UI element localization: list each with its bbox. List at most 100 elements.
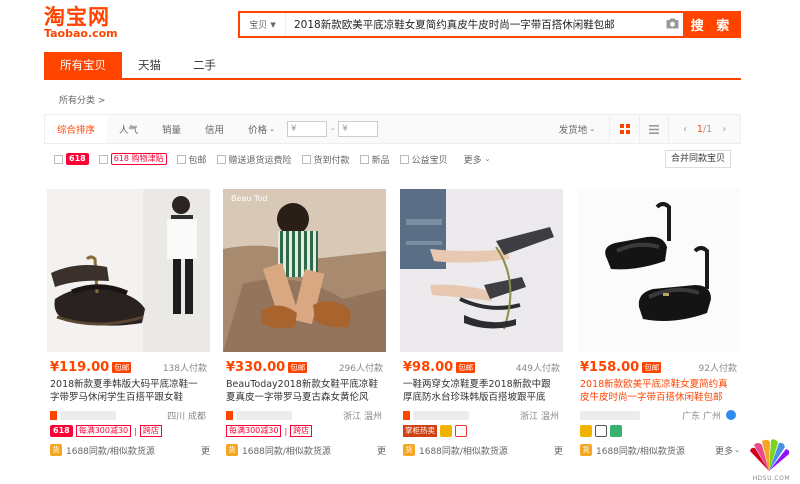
product-title[interactable]: 2018新款欧美平底凉鞋女夏简约真皮牛皮时尚一字带百搭休闲鞋包邮	[580, 378, 736, 404]
product-price: ¥119.00	[50, 359, 110, 375]
breadcrumb[interactable]: 所有分类 >	[59, 93, 105, 106]
price-max-input[interactable]: ¥	[338, 121, 379, 137]
similar-source-row[interactable]: 货 1688同款/相似款货源 更多 ⌄	[580, 443, 740, 457]
sort-price[interactable]: 价格 ⌄	[236, 115, 287, 143]
product-card[interactable]: ¥158.00 包邮 92人付款 2018新款欧美平底凉鞋女夏简约真皮牛皮时尚一…	[574, 187, 741, 484]
product-title[interactable]: 2018新款夏季韩版大码平底凉鞋一字带罗马休闲学生百搭平跟女鞋	[50, 378, 206, 404]
shop-name-blurred[interactable]	[413, 410, 469, 420]
shop-row: 广东 广州	[580, 409, 736, 422]
badge-row: 掌柜热卖	[403, 424, 559, 438]
similar-source-row[interactable]: 货 1688同款/相似款货源 更	[50, 443, 210, 457]
product-image[interactable]	[577, 189, 740, 352]
option-return-insurance[interactable]: 赠送退货运费险	[216, 153, 292, 166]
shop-location: 浙江 温州	[520, 411, 559, 422]
cross-store-badge: 跨店	[290, 425, 313, 437]
product-title[interactable]: 一鞋两穿女凉鞋夏季2018新款中跟厚底防水台珍珠韩版百搭坡跟平底	[403, 378, 559, 404]
similar-source-icon: 货	[50, 444, 62, 456]
checkbox[interactable]	[176, 154, 186, 164]
sort-credit[interactable]: 信用	[193, 115, 236, 143]
price-row: ¥330.00 包邮 296人付款	[226, 359, 383, 375]
similar-source-row[interactable]: 货 1688同款/相似款货源 更	[226, 443, 386, 457]
sort-sales[interactable]: 销量	[150, 115, 193, 143]
product-image[interactable]	[47, 189, 210, 352]
product-image[interactable]: Beau Tod	[223, 189, 386, 352]
product-card[interactable]: Beau Tod ¥330.00 包邮 296人付款 BeauToday2018…	[220, 187, 387, 484]
similar-source-row[interactable]: 货 1688同款/相似款货源 更	[403, 443, 563, 457]
camera-icon[interactable]	[661, 18, 683, 32]
product-image[interactable]	[400, 189, 563, 352]
taobao-logo[interactable]: 淘宝网 Taobao.com	[44, 6, 134, 40]
shop-icon	[403, 410, 410, 420]
price-min-input[interactable]: ¥	[286, 121, 327, 137]
hot-seller-badge: 掌柜热卖	[403, 425, 437, 437]
more-link[interactable]: 更	[554, 444, 563, 457]
checkbox[interactable]	[359, 154, 369, 164]
sold-count: 92人付款	[698, 363, 737, 374]
search-category-select[interactable]: 宝贝 ▼	[240, 13, 286, 36]
tab-tmall[interactable]: 天猫	[122, 52, 177, 78]
product-card[interactable]: ¥98.00 包邮 449人付款 一鞋两穿女凉鞋夏季2018新款中跟厚底防水台珍…	[397, 187, 564, 484]
shop-location: 广东 广州	[682, 411, 721, 422]
more-link[interactable]: 更	[377, 444, 386, 457]
list-view-icon[interactable]	[639, 115, 670, 143]
tab-all-items[interactable]: 所有宝贝	[44, 52, 122, 78]
product-grid: ¥119.00 包邮 138人付款 2018新款夏季韩版大码平底凉鞋一字带罗马休…	[44, 187, 741, 484]
sort-comprehensive[interactable]: 综合排序	[45, 115, 108, 143]
shop-name-blurred[interactable]	[60, 410, 116, 420]
heart-icon	[455, 425, 467, 437]
promo-row: 618 每满300减30 | 跨店	[50, 424, 206, 438]
option-free-shipping[interactable]: 包邮	[176, 153, 207, 166]
shop-icon	[226, 410, 233, 420]
more-options-button[interactable]: 更多 ⌄	[464, 153, 491, 166]
page-total: /1	[702, 123, 713, 135]
merge-same-items-button[interactable]: 合并同款宝贝	[664, 150, 731, 168]
checkbox[interactable]	[399, 154, 409, 164]
more-link[interactable]: 更多 ⌄	[715, 444, 740, 457]
checkbox[interactable]	[98, 154, 108, 164]
chevron-down-icon: ⌄	[589, 125, 596, 133]
search-input[interactable]	[286, 13, 661, 36]
prev-page-icon[interactable]: ‹	[683, 124, 687, 135]
option-new[interactable]: 新品	[359, 153, 390, 166]
similar-source-label: 1688同款/相似款货源	[419, 446, 508, 457]
sort-popularity[interactable]: 人气	[107, 115, 150, 143]
promo-separator: |	[284, 426, 288, 436]
wangwang-icon[interactable]	[726, 410, 736, 420]
ship-from-label: 发货地	[558, 125, 588, 136]
product-title[interactable]: BeauToday2018新款女鞋平底凉鞋夏真皮一字带罗马夏古森女黄伦风	[226, 378, 382, 404]
price-row: ¥98.00 包邮 449人付款	[403, 359, 560, 375]
similar-source-label: 1688同款/相似款货源	[596, 446, 685, 457]
shop-row: 四川 成都	[50, 409, 206, 422]
checkbox[interactable]	[54, 154, 63, 164]
option-618-subsidy[interactable]: 618 购物津贴	[98, 153, 167, 165]
sold-count: 138人付款	[162, 363, 207, 374]
svg-text:Beau Tod: Beau Tod	[231, 194, 267, 203]
search-button[interactable]: 搜 索	[683, 11, 741, 38]
mini-pager: ‹ 1/1 ›	[669, 124, 740, 135]
next-page-icon[interactable]: ›	[722, 124, 726, 135]
similar-source-label: 1688同款/相似款货源	[242, 446, 331, 457]
similar-source-label: 1688同款/相似款货源	[66, 446, 155, 457]
product-price: ¥330.00	[226, 359, 286, 375]
grid-view-icon[interactable]	[609, 115, 639, 143]
more-label: 更多	[715, 446, 734, 457]
checkbox[interactable]	[216, 154, 226, 164]
shop-name-blurred[interactable]	[580, 410, 640, 420]
option-cod[interactable]: 货到付款	[301, 153, 350, 166]
checkbox[interactable]	[301, 154, 311, 164]
more-link[interactable]: 更	[201, 444, 210, 457]
option-618[interactable]: 618	[54, 153, 89, 165]
promo-badge: 每满300减30	[75, 425, 132, 437]
chevron-down-icon: ⌄	[484, 155, 491, 163]
free-shipping-badge: 包邮	[456, 361, 476, 373]
promo-badge: 每满300减30	[226, 425, 282, 437]
option-label: 新品	[371, 155, 390, 166]
tab-second-hand[interactable]: 二手	[177, 52, 232, 78]
shop-icon	[50, 410, 57, 420]
ship-from-dropdown[interactable]: 发货地 ⌄	[545, 122, 609, 136]
product-card[interactable]: ¥119.00 包邮 138人付款 2018新款夏季韩版大码平底凉鞋一字带罗马休…	[44, 187, 211, 484]
price-row: ¥158.00 包邮 92人付款	[580, 359, 737, 375]
option-charity[interactable]: 公益宝贝	[399, 153, 448, 166]
shop-name-blurred[interactable]	[236, 410, 292, 420]
shop-row: 浙江 温州	[403, 409, 559, 422]
